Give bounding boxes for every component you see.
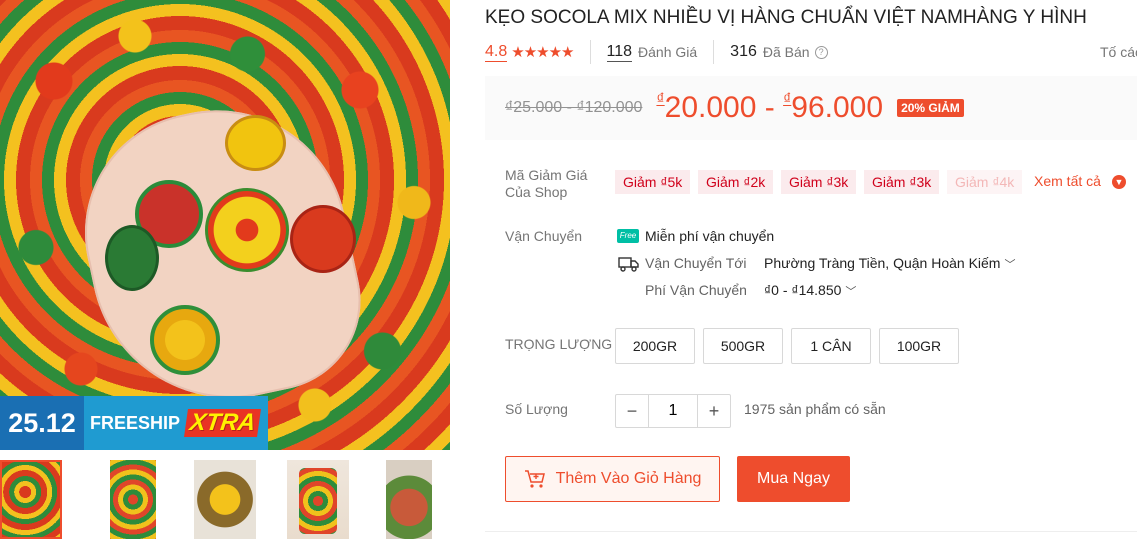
reviews-count[interactable]: 118 [606,43,633,62]
meta-divider [589,40,591,64]
thumbnail-4[interactable] [287,460,349,539]
voucher-chip[interactable]: Giảm ₫3k [781,170,857,194]
thumbnail-2[interactable] [110,460,156,539]
thumbnail-5[interactable] [386,460,432,539]
product-gallery: 25.12 FREESHIP XTRA [0,0,450,539]
bottom-divider [485,531,1137,532]
candy-image [105,225,159,291]
quantity-input[interactable] [648,395,698,427]
freeship-label: FREESHIP [90,412,181,433]
voucher-label: Mã Giảm Giá Của Shop [505,167,587,201]
current-price: ₫20.000 - ₫96.000 [656,91,883,125]
see-all-vouchers-link[interactable]: Xem tất cả [1034,173,1101,189]
ship-fee-label: Phí Vận Chuyển [645,282,747,298]
discount-badge: 20% GIẢM [897,99,964,117]
ship-to-label: Vận Chuyển Tới [645,255,747,271]
meta-divider [713,40,715,64]
variant-option-500gr[interactable]: 500GR [703,328,783,364]
voucher-chip[interactable]: Giảm ₫5k [615,170,691,194]
price-min: 20.000 [664,91,757,124]
xtra-label: XTRA [184,409,262,437]
chevron-down-icon: ﹀ [1004,259,1016,271]
chevron-down-icon[interactable]: ▼ [1112,175,1126,189]
stock-text: 1975 sản phẩm có sẵn [744,401,886,417]
price-box: ₫25.000 - ₫120.000 ₫20.000 - ₫96.000 20%… [485,76,1137,140]
voucher-label-line1: Mã Giảm Giá [505,167,588,183]
ship-fee-selector[interactable]: ₫0 - ₫14.850 ﹀ [764,282,856,299]
report-link[interactable]: Tố các [1100,44,1137,60]
variant-option-100gr[interactable]: 100GR [879,328,959,364]
truck-icon [618,257,639,272]
price-separator: - [756,91,784,124]
thumbnail-jar [299,468,337,534]
variant-option-200gr[interactable]: 200GR [615,328,695,364]
voucher-label-line2: Của Shop [505,184,568,200]
voucher-chip[interactable]: Giảm ₫4k [947,170,1023,194]
product-meta: 4.8 ★★★★★ 118 Đánh Giá 316 Đã Bán ? [485,40,828,64]
thumbnail-3[interactable] [194,460,256,539]
add-to-cart-button[interactable]: Thêm Vào Giỏ Hàng [505,456,720,502]
candy-image [205,188,289,272]
candy-image [290,205,356,273]
thumbnail-1[interactable] [0,460,62,539]
sold-label: Đã Bán [762,44,810,60]
candy-image [225,115,286,171]
cart-icon [524,470,545,488]
variant-option-1can[interactable]: 1 CÂN [791,328,871,364]
increase-button[interactable]: + [698,395,730,427]
quantity-stepper: − + [615,394,731,428]
promo-banner: 25.12 FREESHIP XTRA [0,396,268,450]
free-shipping-text: Miễn phí vận chuyển [645,228,775,244]
help-icon[interactable]: ? [814,45,828,59]
shipping-label: Vận Chuyển [505,228,583,244]
reviews-label: Đánh Giá [638,44,698,60]
voucher-chip[interactable]: Giảm ₫3k [864,170,940,194]
product-main-image[interactable]: 25.12 FREESHIP XTRA [0,0,450,450]
rating-value[interactable]: 4.8 [485,43,508,62]
variant-label: TRỌNG LƯỢNG [505,336,613,352]
promo-freeship: FREESHIP XTRA [84,396,268,450]
free-shipping-icon: Free [617,229,639,243]
sold-count: 316 [730,43,757,60]
ship-to-selector[interactable]: Phường Tràng Tiền, Quận Hoàn Kiếm ﹀ [764,255,1015,272]
ship-to-value: Phường Tràng Tiền, Quận Hoàn Kiếm [764,255,1001,271]
price-max: 96.000 [791,91,884,124]
thumbnail-strip [0,460,450,539]
decrease-button[interactable]: − [616,395,648,427]
promo-date: 25.12 [0,396,84,450]
buy-now-button[interactable]: Mua Ngay [737,456,850,502]
chevron-down-icon: ﹀ [845,286,857,298]
voucher-chip[interactable]: Giảm ₫2k [698,170,774,194]
add-to-cart-label: Thêm Vào Giỏ Hàng [555,470,702,487]
star-rating-icon: ★★★★★ [511,44,574,61]
quantity-label: Số Lượng [505,401,568,417]
currency-symbol: ₫ [656,91,665,108]
original-price: ₫25.000 - ₫120.000 [505,99,643,116]
product-title: KẸO SOCOLA MIX NHIỀU VỊ HÀNG CHUẨN VIỆT … [485,7,1087,28]
candy-image [150,305,220,375]
ship-fee-value: ₫0 - ₫14.850 [764,282,842,298]
